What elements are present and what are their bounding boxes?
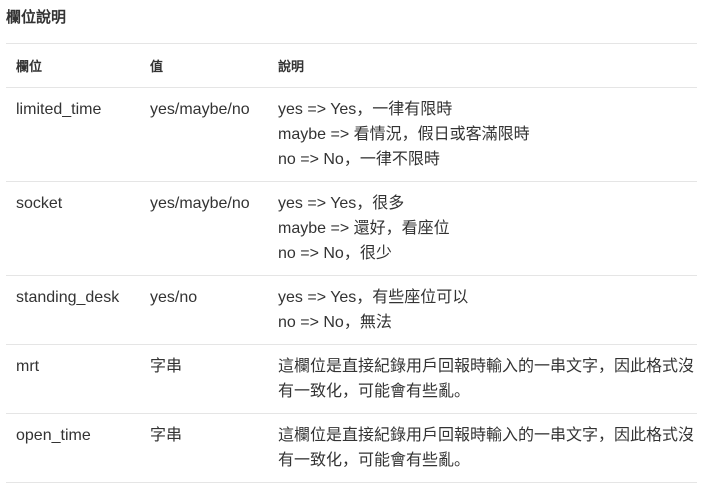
- column-header-description: 說明: [278, 60, 305, 75]
- column-header-value: 值: [150, 60, 164, 75]
- description-cell: 這欄位是直接紀錄用戶回報時輸入的一串文字，因此格式沒有一致化，可能會有些亂。: [278, 414, 697, 483]
- table-row: mrt 字串 這欄位是直接紀錄用戶回報時輸入的一串文字，因此格式沒有一致化，可能…: [6, 345, 697, 414]
- value-cell: yes/maybe/no: [150, 101, 250, 118]
- field-cell: mrt: [16, 358, 40, 375]
- description-line: maybe => 看情況，假日或客滿限時: [278, 126, 530, 143]
- description-line: yes => Yes，有些座位可以: [278, 289, 469, 306]
- section-heading: 欄位說明: [6, 8, 67, 26]
- table-row: limited_time yes/maybe/no yes => Yes，一律有…: [6, 88, 697, 182]
- field-description-table: 欄位 值 說明 limited_time yes/maybe/no yes =>…: [6, 43, 697, 483]
- value-cell: 字串: [150, 427, 183, 444]
- description-line: no => No，無法: [278, 314, 392, 331]
- description-line: yes => Yes，一律有限時: [278, 101, 453, 118]
- value-cell: yes/no: [150, 289, 198, 306]
- table-header-row: 欄位 值 說明: [6, 43, 697, 88]
- description-line: yes => Yes，很多: [278, 195, 405, 212]
- value-cell: yes/maybe/no: [150, 195, 250, 212]
- field-cell: open_time: [16, 427, 91, 444]
- description-cell: 這欄位是直接紀錄用戶回報時輸入的一串文字，因此格式沒有一致化，可能會有些亂。: [278, 345, 697, 414]
- table-row: standing_desk yes/no yes => Yes，有些座位可以 n…: [6, 276, 697, 345]
- table-row: socket yes/maybe/no yes => Yes，很多 maybe …: [6, 182, 697, 276]
- table-row: open_time 字串 這欄位是直接紀錄用戶回報時輸入的一串文字，因此格式沒有…: [6, 414, 697, 483]
- description-line: maybe => 還好，看座位: [278, 220, 450, 237]
- description-cell: yes => Yes，一律有限時 maybe => 看情況，假日或客滿限時 no…: [278, 88, 697, 182]
- description-line: no => No，一律不限時: [278, 151, 440, 168]
- description-cell: yes => Yes，有些座位可以 no => No，無法: [278, 276, 697, 345]
- description-cell: yes => Yes，很多 maybe => 還好，看座位 no => No，很…: [278, 182, 697, 276]
- field-cell: standing_desk: [16, 289, 120, 306]
- column-header-field: 欄位: [16, 60, 43, 75]
- description-text: 這欄位是直接紀錄用戶回報時輸入的一串文字，因此格式沒有一致化，可能會有些亂。: [278, 427, 695, 469]
- description-text: 這欄位是直接紀錄用戶回報時輸入的一串文字，因此格式沒有一致化，可能會有些亂。: [278, 358, 695, 400]
- field-cell: limited_time: [16, 101, 102, 118]
- field-cell: socket: [16, 195, 63, 212]
- value-cell: 字串: [150, 358, 183, 375]
- description-line: no => No，很少: [278, 245, 392, 262]
